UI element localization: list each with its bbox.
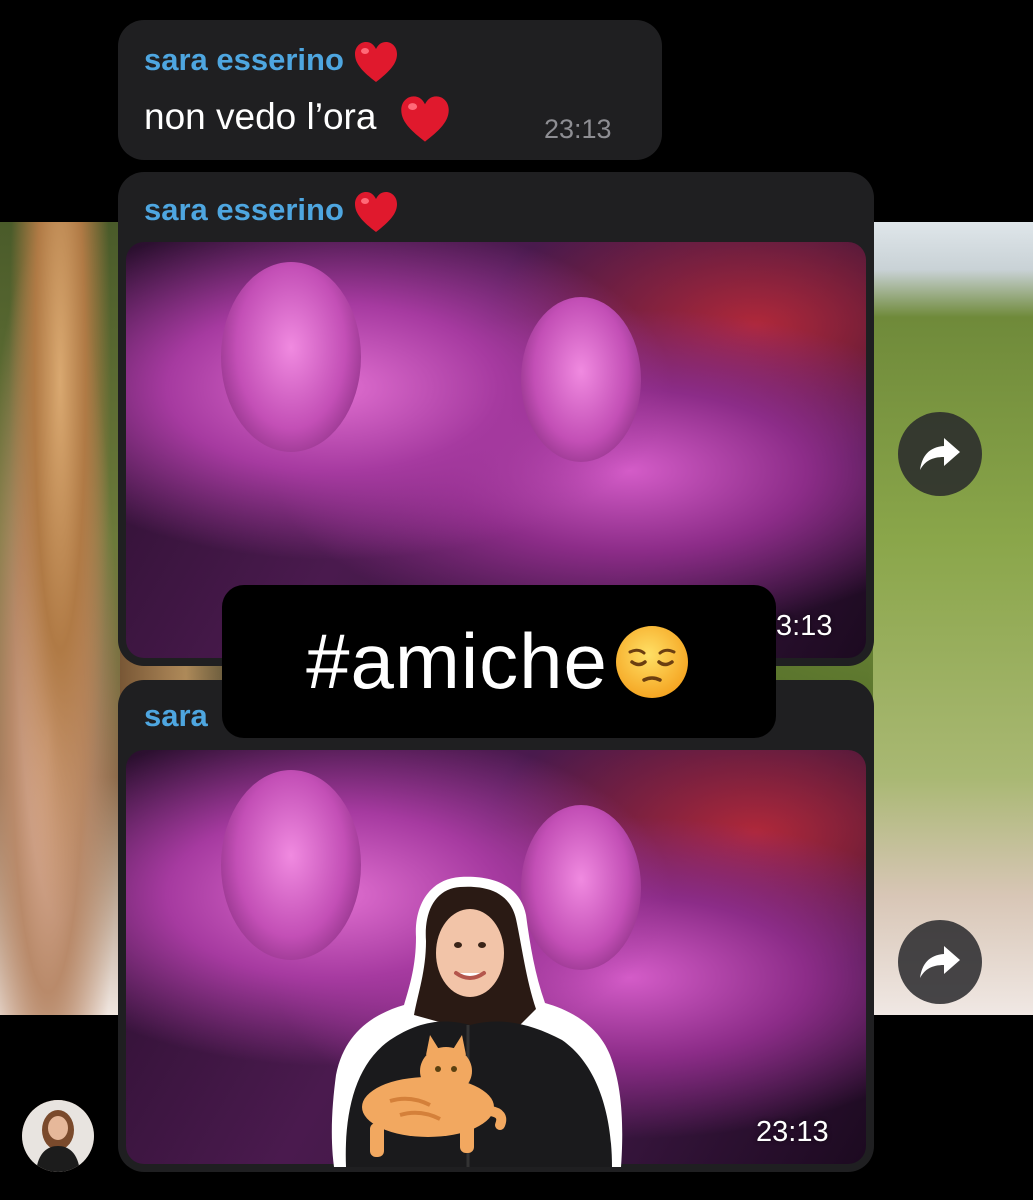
person-with-cat-sticker: [331, 876, 623, 1167]
photo-timestamp: 3:13: [776, 610, 833, 642]
sender-name[interactable]: sara esserino: [144, 190, 399, 234]
message-text: non vedo l’ora: [144, 94, 451, 144]
sender-name[interactable]: sara: [144, 698, 208, 734]
photo-timestamp: 23:13: [756, 1116, 829, 1148]
hashtag-text: #amiche: [306, 617, 608, 705]
avatar-photo: [22, 1100, 94, 1172]
heart-emoji-icon: [354, 192, 397, 232]
forward-arrow-icon: [920, 946, 960, 978]
heart-emoji-icon: [400, 96, 449, 142]
forward-arrow-icon: [920, 438, 960, 470]
message-timestamp: 23:13: [544, 114, 612, 144]
heart-emoji-icon: [354, 42, 397, 82]
pensive-face-icon: [615, 625, 688, 698]
forward-button[interactable]: [898, 412, 982, 496]
sender-name[interactable]: sara esserino: [144, 40, 399, 84]
hashtag-sticker: #amiche: [222, 585, 776, 738]
photo-person: [221, 262, 361, 452]
photo-person: [521, 297, 641, 462]
forward-button[interactable]: [898, 920, 982, 1004]
message-bubble-text[interactable]: sara esserino non vedo l’ora 23:13: [118, 20, 662, 160]
sender-avatar[interactable]: [22, 1100, 94, 1172]
